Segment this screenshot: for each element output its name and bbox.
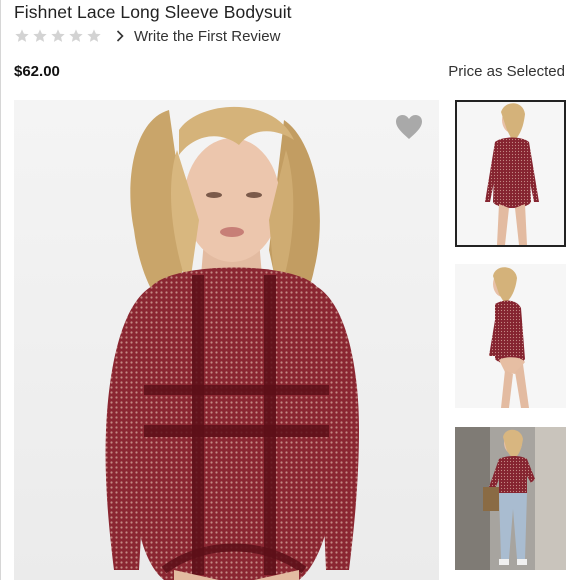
star-icon xyxy=(15,29,29,42)
thumbnail-2[interactable] xyxy=(455,264,566,408)
product-price: $62.00 xyxy=(14,63,60,80)
chevron-right-icon xyxy=(116,30,124,42)
star-icon xyxy=(87,29,101,42)
write-review-link[interactable]: Write the First Review xyxy=(116,28,280,45)
thumbnail-1[interactable] xyxy=(455,100,566,247)
main-product-image[interactable] xyxy=(14,100,439,580)
model-photo xyxy=(14,100,439,580)
star-icon xyxy=(69,29,83,42)
thumbnail-front-photo xyxy=(457,102,564,245)
write-review-label: Write the First Review xyxy=(134,27,281,45)
product-title: Fishnet Lace Long Sleeve Bodysuit xyxy=(14,2,292,22)
heart-icon[interactable] xyxy=(395,114,423,140)
star-icon xyxy=(51,29,65,42)
star-icon xyxy=(33,29,47,42)
rating-row: Write the First Review xyxy=(14,27,280,45)
price-note: Price as Selected xyxy=(448,63,565,80)
page-left-border xyxy=(0,0,1,580)
thumbnail-street-photo xyxy=(455,427,566,570)
star-rating xyxy=(14,28,102,44)
thumbnail-3[interactable] xyxy=(455,427,566,570)
thumbnail-back-photo xyxy=(455,264,566,408)
